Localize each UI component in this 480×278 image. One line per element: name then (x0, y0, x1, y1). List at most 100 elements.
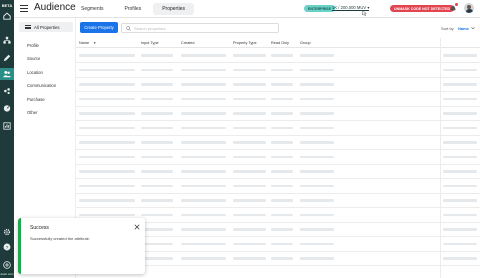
loading-placeholder (233, 213, 266, 216)
loading-placeholder (181, 184, 226, 187)
loading-placeholder (181, 126, 226, 129)
loading-placeholder (141, 228, 173, 231)
loading-placeholder (181, 257, 226, 260)
loading-placeholder (271, 184, 293, 187)
home-icon[interactable] (3, 12, 11, 20)
loading-placeholder (271, 54, 293, 57)
create-property-button[interactable]: Create Property (80, 22, 118, 33)
loading-placeholder (141, 141, 173, 144)
user-avatar[interactable] (464, 3, 474, 13)
loading-placeholder (233, 257, 266, 260)
loading-placeholder (443, 228, 477, 231)
loading-placeholder (271, 83, 293, 86)
sort-by-label: Sort by (441, 26, 454, 31)
loading-placeholder (181, 213, 226, 216)
loading-placeholder (443, 126, 477, 129)
search-input[interactable] (134, 25, 274, 32)
loading-placeholder (443, 257, 477, 260)
all-properties-label: All Properties (34, 24, 60, 30)
table-row-divider (76, 105, 480, 107)
table-row-divider (76, 134, 480, 136)
category-other[interactable]: Other (27, 110, 37, 115)
loading-placeholder (181, 242, 226, 245)
add-icon[interactable] (3, 261, 11, 269)
category-location[interactable]: Location (27, 70, 43, 75)
loading-placeholder (233, 112, 266, 115)
loading-placeholder (141, 112, 173, 115)
tab-profiles[interactable]: Profiles (116, 3, 151, 15)
loading-placeholder (271, 199, 293, 202)
column-header-group[interactable]: Group (300, 41, 311, 45)
table-row-divider (76, 178, 480, 179)
tab-segments[interactable]: Segments (72, 3, 113, 15)
top-bar: Audience Segments Profiles Properties EN… (14, 0, 480, 18)
unmask-code-badge[interactable]: UNMASK CODE NOT DETECTED (390, 5, 455, 12)
hamburger-menu-icon[interactable] (20, 5, 28, 12)
category-communication[interactable]: Communication (27, 83, 56, 88)
help-icon[interactable]: ? (3, 243, 11, 251)
sort-arrow-icon: ▼ (93, 41, 97, 45)
loading-placeholder (443, 242, 477, 245)
all-properties-button[interactable]: All Properties (19, 22, 73, 32)
category-source[interactable]: Source (27, 56, 40, 61)
close-icon[interactable] (134, 224, 140, 230)
loading-placeholder (271, 141, 293, 144)
loading-placeholder (300, 170, 334, 173)
loading-placeholder (181, 155, 226, 158)
tab-properties[interactable]: Properties (153, 3, 194, 15)
page-title: Audience (34, 2, 76, 13)
loading-placeholder (300, 199, 334, 202)
loading-placeholder (300, 213, 334, 216)
loading-placeholder (233, 126, 266, 129)
reports-icon[interactable] (3, 122, 11, 130)
notification-bell-icon[interactable] (449, 3, 458, 12)
settings-gear-icon[interactable] (3, 228, 11, 236)
connections-icon[interactable] (3, 36, 11, 44)
table-row-divider (76, 207, 480, 208)
column-header-created[interactable]: Created (181, 41, 195, 45)
audience-icon[interactable] (3, 70, 11, 78)
chevron-down-icon[interactable] (471, 26, 475, 30)
category-purchase[interactable]: Purchase (27, 97, 45, 102)
column-header-name[interactable]: Name ▼ (79, 41, 96, 45)
category-profile[interactable]: Profile (27, 43, 39, 48)
svg-text:?: ? (6, 245, 9, 251)
column-header-property-type[interactable]: Property Type (233, 41, 257, 45)
beta-badge: BETA (1, 3, 13, 8)
loading-placeholder (443, 213, 477, 216)
users-icon[interactable] (3, 87, 11, 95)
toast-title: Success (30, 225, 49, 231)
column-header-input-type[interactable]: Input Type (141, 41, 159, 45)
table-row-divider (76, 76, 480, 78)
table-row-divider (76, 149, 480, 150)
loading-placeholder (271, 112, 293, 115)
loading-placeholder (271, 155, 293, 158)
table-row-divider (76, 62, 480, 63)
sort-by-select[interactable]: Name (458, 26, 469, 31)
table-header: Name ▼ Input Type Created Property Type … (76, 38, 480, 48)
loading-placeholder (300, 83, 334, 86)
loading-placeholder (271, 97, 293, 100)
loading-placeholder (141, 170, 173, 173)
notification-dot (455, 3, 458, 6)
table-row-divider (76, 163, 480, 165)
loading-placeholder (271, 228, 293, 231)
loading-placeholder (181, 141, 226, 144)
loading-placeholder (79, 184, 135, 187)
loading-placeholder (443, 199, 477, 202)
loading-placeholder (300, 155, 334, 158)
loading-placeholder (233, 141, 266, 144)
gauge-icon[interactable] (3, 104, 11, 112)
loading-placeholder (443, 184, 477, 187)
loading-placeholder (443, 112, 477, 115)
loading-placeholder (141, 83, 173, 86)
loading-placeholder (233, 228, 266, 231)
loading-placeholder (79, 213, 135, 216)
loading-placeholder (233, 54, 266, 57)
loading-placeholder (79, 170, 135, 173)
loading-placeholder (233, 170, 266, 173)
mouse-cursor-icon (362, 10, 367, 16)
pencil-icon[interactable] (3, 54, 11, 62)
search-icon (126, 26, 131, 31)
column-header-read-only[interactable]: Read Only (271, 41, 289, 45)
